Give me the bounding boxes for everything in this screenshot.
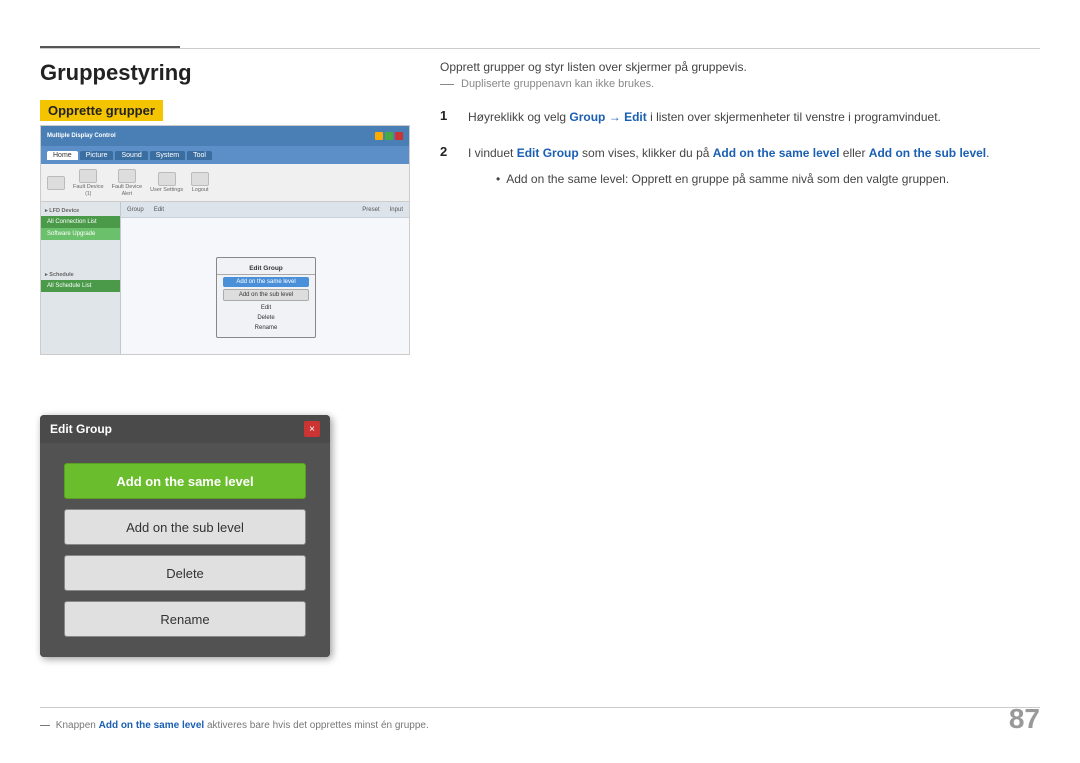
mock-tab-picture[interactable]: Picture [80, 151, 114, 160]
sidebar-label-lfd: ▸ LFD Device [41, 206, 120, 216]
close-btn-app[interactable] [395, 132, 403, 140]
icon-box-4 [158, 172, 176, 186]
icon-box-1 [47, 176, 65, 190]
main-heading: Gruppestyring [40, 60, 192, 86]
note-dash [440, 84, 454, 85]
sidebar-item-schedule[interactable]: All Schedule List [41, 280, 120, 292]
right-text-block: Opprett grupper og styr listen over skje… [440, 60, 1040, 206]
dialog-body: Add on the same level Add on the sub lev… [40, 443, 330, 657]
sidebar-label-schedule: ▸ Schedule [41, 270, 120, 280]
minimize-btn[interactable] [375, 132, 383, 140]
sidebar-item-upgrade[interactable]: Software Upgrade [41, 228, 120, 240]
add-sub-level-button[interactable]: Add on the sub level [64, 509, 306, 545]
mock-tab-home[interactable]: Home [47, 151, 78, 160]
intro-text: Opprett grupper og styr listen over skje… [440, 60, 1040, 74]
screenshot-context-menu: Edit Group Add on the same level Add on … [216, 257, 316, 338]
bullet-dot: • [496, 170, 500, 188]
app-mock: Multiple Display Control Home Picture So… [41, 126, 409, 354]
step-2-content: I vinduet Edit Group som vises, klikker … [468, 144, 990, 188]
top-separator-line [40, 48, 1040, 49]
footer-note: Knappen Add on the same level aktiveres … [40, 720, 429, 731]
dialog-close-button[interactable]: × [304, 421, 320, 437]
header-input: Input [390, 207, 403, 213]
mock-tab-tool[interactable]: Tool [187, 151, 212, 160]
app-title: Multiple Display Control [47, 133, 116, 139]
icon-box-2 [79, 169, 97, 183]
header-edit: Edit [154, 207, 164, 213]
header-preset: Preset [362, 207, 379, 213]
section-label: Opprette grupper [40, 100, 163, 121]
bullet-item: • Add on the same level: Opprett en grup… [496, 170, 990, 188]
screenshot-menu-item-rename[interactable]: Rename [217, 323, 315, 333]
app-main-header: Group Edit Preset Input [121, 202, 409, 218]
icon-box-5 [191, 172, 209, 186]
note-text: Dupliserte gruppenavn kan ikke brukes. [440, 78, 1040, 90]
screenshot-container: Multiple Display Control Home Picture So… [40, 125, 410, 355]
screenshot-menu-item-edit[interactable]: Edit [217, 303, 315, 313]
mock-tab-system[interactable]: System [150, 151, 185, 160]
sidebar-item-connection[interactable]: All Connection List [41, 216, 120, 228]
bottom-separator-line [40, 707, 1040, 708]
toolbar-icon-4: User Settings [150, 172, 183, 193]
page-number: 87 [1009, 703, 1040, 735]
delete-button[interactable]: Delete [64, 555, 306, 591]
app-titlebar: Multiple Display Control [41, 126, 409, 146]
step-1-text: Høyreklikk og velg Group → Edit i listen… [468, 108, 941, 126]
add-same-level-button[interactable]: Add on the same level [64, 463, 306, 499]
header-group: Group [127, 207, 144, 213]
step-1-number: 1 [440, 108, 458, 126]
mock-tab-sound[interactable]: Sound [115, 151, 147, 160]
app-sidebar: ▸ LFD Device All Connection List Softwar… [41, 202, 121, 354]
step-2-number: 2 [440, 144, 458, 188]
bullet-block: • Add on the same level: Opprett en grup… [496, 170, 990, 188]
step-2-text: I vinduet Edit Group som vises, klikker … [468, 144, 990, 162]
dialog-titlebar: Edit Group × [40, 415, 330, 443]
toolbar-icon-2: Fault Device (1) [73, 169, 104, 197]
toolbar-icon-3: Fault Device Alert [112, 169, 143, 197]
footer-dash [40, 725, 50, 726]
screenshot-menu-item-delete[interactable]: Delete [217, 313, 315, 323]
app-main: Group Edit Preset Input Edit Group Add o… [121, 202, 409, 354]
maximize-btn[interactable] [385, 132, 393, 140]
screenshot-menu-item-sub[interactable]: Add on the sub level [223, 289, 309, 301]
app-toolbar: Fault Device (1) Fault Device Alert User… [41, 164, 409, 202]
rename-button[interactable]: Rename [64, 601, 306, 637]
icon-box-3 [118, 169, 136, 183]
app-body: ▸ LFD Device All Connection List Softwar… [41, 202, 409, 354]
edit-group-dialog: Edit Group × Add on the same level Add o… [40, 415, 330, 657]
screenshot-menu-item-same[interactable]: Add on the same level [223, 277, 309, 287]
app-nav-tabs: Home Picture Sound System Tool [41, 146, 409, 164]
toolbar-icon-1 [47, 176, 65, 190]
dialog-title: Edit Group [50, 422, 112, 436]
step-1-block: 1 Høyreklikk og velg Group → Edit i list… [440, 108, 1040, 126]
screenshot-menu-title: Edit Group [217, 262, 315, 275]
step-2-block: 2 I vinduet Edit Group som vises, klikke… [440, 144, 1040, 188]
toolbar-icon-5: Logout [191, 172, 209, 193]
